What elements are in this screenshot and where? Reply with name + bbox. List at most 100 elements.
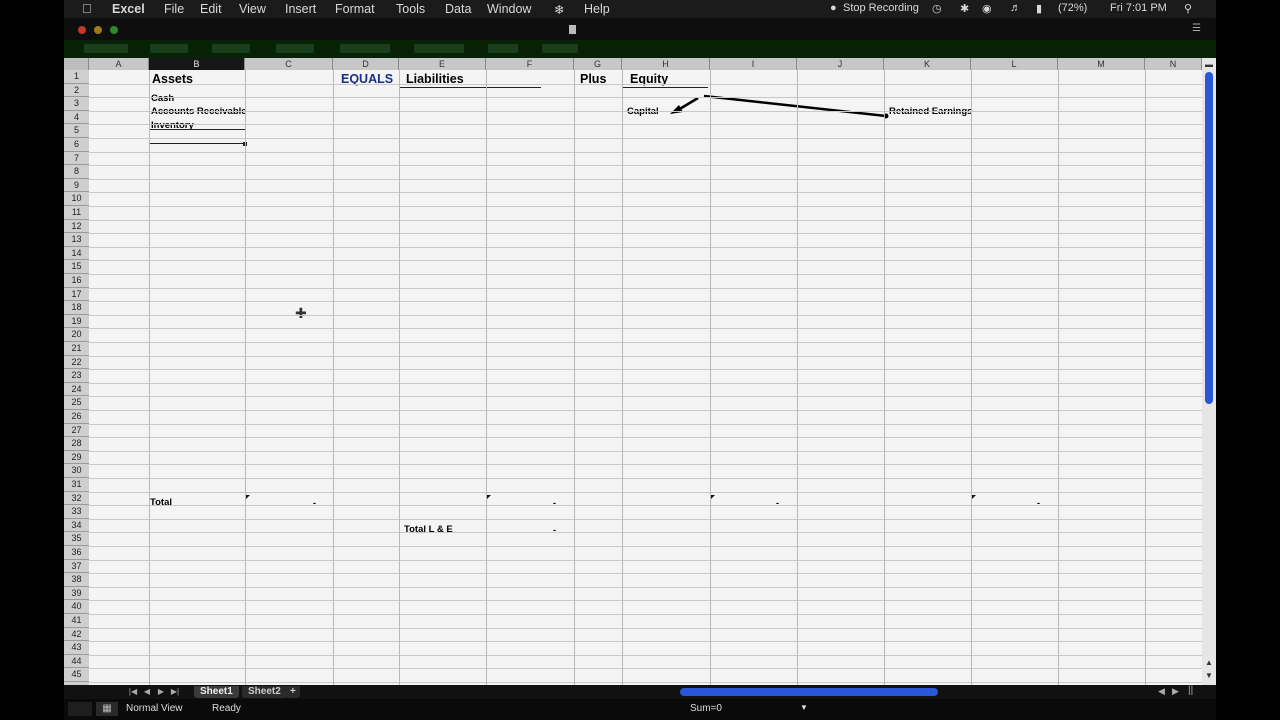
row-header-6[interactable]: 6 [64, 138, 89, 152]
column-header-f[interactable]: F [486, 58, 574, 70]
horizontal-scrollbar[interactable]: ◀ ▶ || [674, 685, 1216, 699]
menu-insert[interactable]: Insert [285, 2, 316, 16]
sheet-tab-sheet2[interactable]: Sheet2 [242, 686, 287, 698]
column-header-m[interactable]: M [1058, 58, 1145, 70]
menu-tools[interactable]: Tools [396, 2, 425, 16]
apple-icon[interactable]:  [82, 1, 92, 16]
row-header-27[interactable]: 27 [64, 424, 89, 438]
sheet-tab-sheet1[interactable]: Sheet1 [194, 686, 239, 698]
status-sum[interactable]: Sum=0 [690, 703, 722, 714]
row-header-32[interactable]: 32 [64, 492, 89, 506]
row-header-5[interactable]: 5 [64, 124, 89, 138]
menu-view[interactable]: View [239, 2, 266, 16]
row-header-35[interactable]: 35 [64, 532, 89, 546]
split-handle-icon[interactable]: || [1188, 685, 1193, 696]
ribbon-button[interactable] [84, 44, 128, 53]
menu-data[interactable]: Data [445, 2, 471, 16]
row-header-12[interactable]: 12 [64, 220, 89, 234]
row-header-36[interactable]: 36 [64, 546, 89, 560]
scroll-down-icon[interactable]: ▼ [1205, 671, 1213, 680]
column-header-e[interactable]: E [399, 58, 486, 70]
row-header-23[interactable]: 23 [64, 369, 89, 383]
row-header-37[interactable]: 37 [64, 560, 89, 574]
row-header-11[interactable]: 11 [64, 206, 89, 220]
column-header-i[interactable]: I [710, 58, 797, 70]
column-header-b[interactable]: B [149, 58, 245, 70]
time-machine-icon[interactable]: ◷ [932, 2, 942, 15]
scroll-left-icon[interactable]: ◀ [1158, 686, 1165, 697]
column-header-c[interactable]: C [245, 58, 333, 70]
script-icon[interactable]: ❄ [554, 2, 564, 17]
row-header-4[interactable]: 4 [64, 111, 89, 125]
column-header-l[interactable]: L [971, 58, 1058, 70]
normal-view-icon[interactable] [68, 702, 92, 716]
column-header-g[interactable]: G [574, 58, 622, 70]
volume-icon[interactable]: ♬ [1010, 2, 1021, 14]
ribbon-button[interactable] [212, 44, 250, 53]
column-header-d[interactable]: D [333, 58, 399, 70]
row-header-19[interactable]: 19 [64, 315, 89, 329]
clock[interactable]: Fri 7:01 PM [1110, 2, 1167, 14]
row-header-15[interactable]: 15 [64, 260, 89, 274]
vertical-scrollbar[interactable]: ▬ ▲ ▼ [1202, 58, 1216, 685]
cell-total-liabilities[interactable]: - [553, 498, 556, 508]
row-header-34[interactable]: 34 [64, 519, 89, 533]
row-header-25[interactable]: 25 [64, 396, 89, 410]
row-header-43[interactable]: 43 [64, 641, 89, 655]
row-header-29[interactable]: 29 [64, 451, 89, 465]
menu-help[interactable]: Help [584, 2, 610, 16]
ribbon-button[interactable] [276, 44, 314, 53]
row-header-9[interactable]: 9 [64, 179, 89, 193]
menu-edit[interactable]: Edit [200, 2, 222, 16]
row-header-33[interactable]: 33 [64, 505, 89, 519]
ribbon-button[interactable] [414, 44, 464, 53]
first-sheet-icon[interactable]: |◀ [128, 687, 138, 697]
row-header-24[interactable]: 24 [64, 383, 89, 397]
zoom-window-icon[interactable] [110, 26, 118, 34]
scroll-right-icon[interactable]: ▶ [1172, 686, 1179, 697]
cell-cash[interactable]: Cash [151, 93, 174, 104]
row-header-45[interactable]: 45 [64, 668, 89, 682]
cell-total-label[interactable]: Total [150, 497, 172, 508]
ribbon-button[interactable] [150, 44, 188, 53]
row-header-14[interactable]: 14 [64, 247, 89, 261]
row-header-22[interactable]: 22 [64, 356, 89, 370]
ribbon-button[interactable] [488, 44, 518, 53]
menu-file[interactable]: File [164, 2, 184, 16]
last-sheet-icon[interactable]: ▶| [170, 687, 180, 697]
row-header-2[interactable]: 2 [64, 84, 89, 98]
equity-arrows[interactable] [664, 88, 894, 124]
split-handle-icon[interactable]: ▬ [1205, 60, 1213, 69]
record-icon[interactable]: ● [830, 2, 837, 14]
menu-excel[interactable]: Excel [112, 2, 145, 16]
horizontal-scroll-thumb[interactable] [680, 688, 938, 696]
row-header-7[interactable]: 7 [64, 152, 89, 166]
row-header-1[interactable]: 1 [64, 70, 89, 84]
cell-total-retained-earnings[interactable]: - [1037, 498, 1040, 508]
row-header-3[interactable]: 3 [64, 97, 89, 111]
bluetooth-icon[interactable]: ✱ [960, 2, 969, 15]
column-header-j[interactable]: J [797, 58, 884, 70]
scroll-up-icon[interactable]: ▲ [1205, 658, 1213, 667]
prev-sheet-icon[interactable]: ◀ [142, 687, 152, 697]
column-header-a[interactable]: A [89, 58, 149, 70]
selected-cell-b5[interactable] [149, 129, 246, 144]
row-header-21[interactable]: 21 [64, 342, 89, 356]
row-header-26[interactable]: 26 [64, 410, 89, 424]
battery-icon[interactable]: ▮ [1036, 2, 1042, 15]
stop-recording[interactable]: Stop Recording [843, 2, 919, 14]
row-header-8[interactable]: 8 [64, 165, 89, 179]
cell-total-assets[interactable]: - [313, 498, 316, 508]
row-header-13[interactable]: 13 [64, 233, 89, 247]
ribbon-button[interactable] [542, 44, 578, 53]
cell-total-le[interactable]: - [553, 525, 556, 535]
spreadsheet-grid[interactable]: A B C D E F G H I J K L M N 1 2 3 4 5 6 7 8 9 10 1… [64, 58, 1216, 685]
row-header-16[interactable]: 16 [64, 274, 89, 288]
add-sheet-button[interactable]: + [286, 686, 300, 698]
wifi-icon[interactable]: ◉ [982, 2, 992, 15]
cell-total-capital[interactable]: - [776, 498, 779, 508]
minimize-window-icon[interactable] [94, 26, 102, 34]
column-header-n[interactable]: N [1145, 58, 1202, 70]
row-header-20[interactable]: 20 [64, 328, 89, 342]
row-header-42[interactable]: 42 [64, 628, 89, 642]
